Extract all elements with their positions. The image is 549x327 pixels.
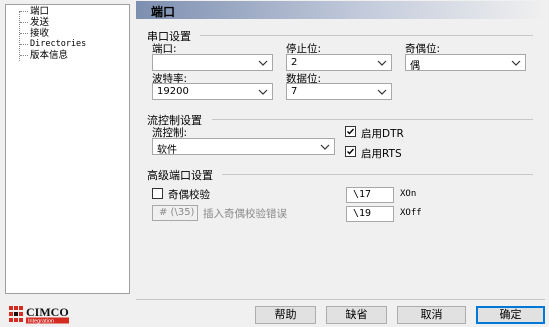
default-button[interactable]: 缺省	[326, 306, 387, 324]
rts-checkbox[interactable]	[345, 146, 356, 157]
flow-control-select-value: 软件	[157, 145, 177, 156]
chevron-down-icon	[511, 60, 521, 66]
parity-check-checkbox[interactable]	[152, 188, 163, 199]
xoff-label: XOff	[400, 208, 422, 218]
tree-item-send[interactable]: 发送	[30, 17, 49, 28]
page-header: 端口	[136, 1, 545, 19]
tree-item-receive[interactable]: 接收	[30, 28, 49, 39]
xoff-field[interactable]: \19	[346, 206, 394, 222]
insert-char-field[interactable]: # (\35)	[152, 205, 198, 221]
tree-connector	[20, 22, 28, 23]
xoff-value: \19	[353, 208, 372, 219]
dtr-label: 启用DTR	[361, 128, 404, 140]
chevron-down-icon	[377, 60, 387, 66]
chevron-down-icon	[377, 89, 387, 95]
insert-char-value: # (\35)	[159, 207, 195, 218]
checkmark-icon	[347, 128, 355, 135]
databits-select[interactable]: 7	[286, 83, 392, 100]
xon-field[interactable]: \17	[346, 187, 394, 203]
stopbits-select-value: 2	[291, 57, 298, 68]
tree-item-port[interactable]: 端口	[30, 6, 49, 17]
flow-control-select[interactable]: 软件	[152, 138, 335, 156]
insert-char-label: 插入奇偶校验错误	[203, 208, 287, 220]
group-divider	[222, 174, 533, 175]
page-title: 端口	[151, 5, 176, 19]
advanced-group-title: 高级端口设置	[147, 169, 213, 182]
tree-connector	[20, 55, 28, 56]
ok-button[interactable]: 确定	[476, 306, 545, 324]
parity-select-value: 偶	[410, 61, 420, 72]
cimco-logo: CIMCO Integration	[9, 305, 79, 325]
svg-text:CIMCO: CIMCO	[26, 305, 69, 319]
dtr-checkbox[interactable]	[345, 126, 356, 137]
tree-item-directories[interactable]: Directories	[30, 39, 86, 50]
tree-connector	[20, 33, 28, 34]
databits-select-value: 7	[291, 86, 298, 97]
svg-text:Integration: Integration	[28, 319, 54, 325]
chevron-down-icon	[258, 89, 268, 95]
tree-connector	[20, 11, 28, 12]
navigation-tree[interactable]: 端口 发送 接收 Directories 版本信息	[5, 4, 130, 294]
help-button[interactable]: 帮助	[255, 306, 316, 324]
port-select[interactable]	[152, 54, 273, 71]
tree-connector-line	[19, 11, 20, 61]
checkmark-icon	[347, 148, 355, 155]
xon-value: \17	[353, 189, 372, 200]
xon-label: XOn	[400, 189, 417, 199]
stopbits-select[interactable]: 2	[286, 54, 392, 71]
tree-item-version-info[interactable]: 版本信息	[30, 50, 68, 61]
footer-divider	[136, 299, 545, 300]
chevron-down-icon	[320, 144, 330, 150]
baudrate-select-value: 19200	[157, 86, 189, 97]
baudrate-select[interactable]: 19200	[152, 83, 273, 100]
parity-select[interactable]: 偶	[405, 54, 526, 72]
cancel-button[interactable]: 取消	[397, 306, 466, 324]
group-divider	[200, 35, 533, 36]
parity-check-label: 奇偶校验	[168, 189, 210, 201]
chevron-down-icon	[258, 60, 268, 66]
tree-connector	[20, 44, 28, 45]
rts-label: 启用RTS	[361, 148, 402, 160]
group-divider	[212, 119, 533, 120]
